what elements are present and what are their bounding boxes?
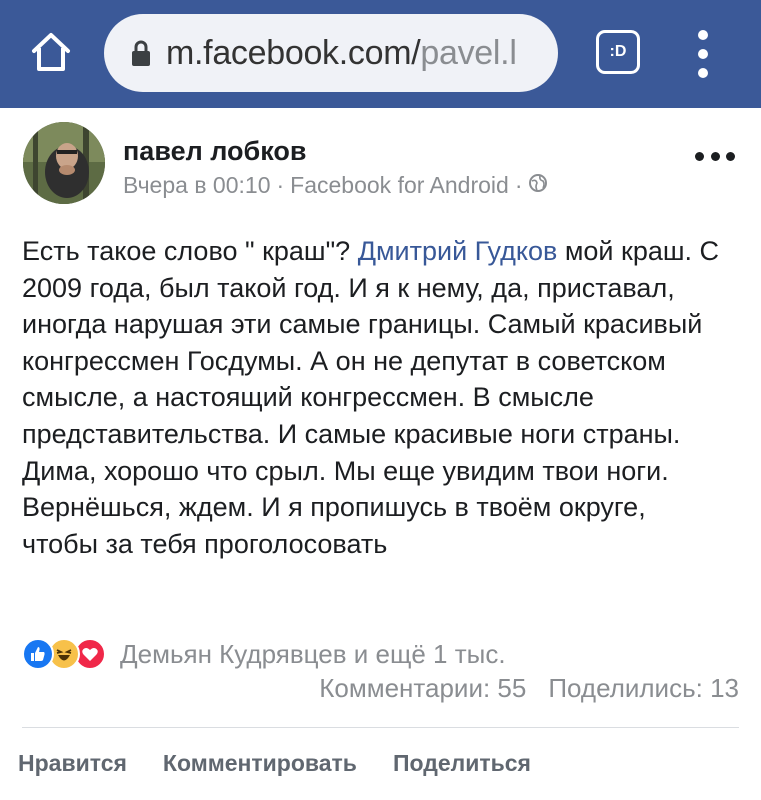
post-app: Facebook for Android	[290, 172, 509, 198]
home-button[interactable]	[26, 27, 76, 77]
mention-link[interactable]: Дмитрий Гудков	[358, 236, 558, 266]
reactions-summary[interactable]: Демьян Кудрявцев и ещё 1 тыс.	[120, 639, 506, 670]
post-timestamp[interactable]: Вчера в 00:10	[123, 172, 271, 199]
avatar[interactable]	[23, 122, 105, 204]
lock-icon	[130, 39, 152, 67]
author-name[interactable]: павел лобков	[123, 136, 306, 167]
engagement-counts: Комментарии: 55 Поделились: 13	[319, 673, 739, 704]
shares-count[interactable]: Поделились: 13	[548, 673, 739, 704]
reactions-bar[interactable]: Демьян Кудрявцев и ещё 1 тыс.	[22, 638, 506, 670]
address-bar[interactable]: m.facebook.com/pavel.l	[104, 14, 558, 92]
url-domain: m.facebook.com/	[166, 33, 421, 72]
browser-toolbar: m.facebook.com/pavel.l :D	[0, 0, 761, 108]
url-path: pavel.l	[420, 33, 517, 72]
tab-switcher-icon: :D	[609, 43, 627, 60]
post-text-end: мой краш. С 2009 года, был такой год. И …	[22, 236, 720, 559]
like-icon	[22, 638, 54, 670]
post-text-start: Есть такое слово " краш"?	[22, 236, 358, 266]
comments-count[interactable]: Комментарии: 55	[319, 673, 526, 704]
post-actions: Нравится Комментировать Поделиться	[18, 750, 531, 777]
post-text: Есть такое слово " краш"? Дмитрий Гудков…	[22, 233, 722, 562]
comment-button[interactable]: Комментировать	[163, 750, 357, 777]
post-meta: Вчера в 00:10 · Facebook for Android ·	[123, 172, 548, 199]
meta-separator: ·	[276, 172, 285, 198]
divider	[22, 727, 739, 728]
globe-icon	[528, 172, 548, 199]
like-button[interactable]: Нравится	[18, 750, 127, 777]
meta-separator: ·	[514, 172, 523, 198]
home-icon	[32, 33, 70, 71]
kebab-menu-icon[interactable]	[686, 30, 720, 78]
share-button[interactable]: Поделиться	[393, 750, 531, 777]
tab-switcher-button[interactable]: :D	[596, 30, 640, 74]
post-options-icon[interactable]	[695, 152, 735, 164]
url-text: m.facebook.com/pavel.l	[166, 34, 517, 73]
